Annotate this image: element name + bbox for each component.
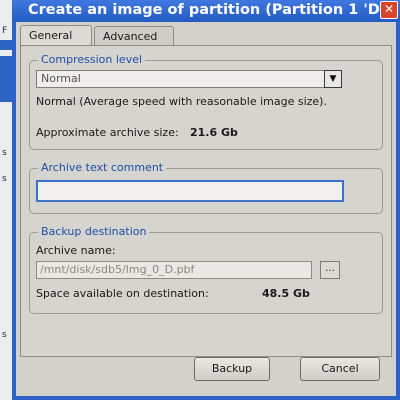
browse-button[interactable]: ... [320, 261, 340, 279]
group-title: Compression level [38, 53, 146, 67]
desktop-edge-letter: F [2, 26, 8, 36]
title-bar[interactable]: Create an image of partition (Partition … [12, 0, 400, 22]
comment-group: Archive text comment [29, 161, 383, 214]
desktop-edge-letter: s [2, 330, 7, 340]
destination-group: Backup destination Archive name: /mnt/di… [29, 225, 383, 314]
dialog-body: General Advanced Compression level Norma… [16, 22, 396, 396]
compression-selected-value: Normal [41, 72, 81, 85]
general-tab-panel: Compression level Normal ▼ Normal (Avera… [20, 45, 392, 357]
space-available-value: 48.5 Gb [262, 287, 310, 300]
compression-description: Normal (Average speed with reasonable im… [36, 95, 327, 108]
browse-icon: ... [325, 263, 335, 274]
tab-label: Advanced [103, 30, 158, 43]
archive-path-input[interactable]: /mnt/disk/sdb5/Img_0_D.pbf [36, 261, 312, 279]
tab-label: General [29, 29, 73, 42]
window-title: Create an image of partition (Partition … [28, 2, 382, 18]
archive-size-label: Approximate archive size: [36, 126, 179, 139]
tab-general[interactable]: General [20, 25, 92, 47]
archive-path-value: /mnt/disk/sdb5/Img_0_D.pbf [40, 263, 195, 276]
archive-size-value: 21.6 Gb [190, 126, 238, 139]
close-icon: ✕ [383, 2, 395, 16]
close-button[interactable]: ✕ [380, 1, 398, 19]
compression-select[interactable]: Normal ▼ [36, 70, 342, 88]
space-available-label: Space available on destination: [36, 287, 209, 300]
chevron-down-icon[interactable]: ▼ [324, 70, 342, 88]
archive-name-label: Archive name: [36, 244, 116, 257]
cancel-button[interactable]: Cancel [300, 357, 380, 381]
dialog-window: Create an image of partition (Partition … [12, 0, 400, 400]
desktop-edge-letter: s [2, 148, 7, 158]
backup-button-label: Backup [211, 362, 253, 375]
group-title: Archive text comment [38, 161, 167, 175]
group-title: Backup destination [38, 225, 150, 239]
desktop-edge-letter: s [2, 174, 7, 184]
tab-advanced[interactable]: Advanced [94, 26, 174, 46]
compression-group: Compression level Normal ▼ Normal (Avera… [29, 53, 383, 150]
backup-button[interactable]: Backup [194, 357, 270, 381]
archive-comment-input[interactable] [36, 180, 344, 202]
cancel-button-label: Cancel [321, 362, 359, 375]
